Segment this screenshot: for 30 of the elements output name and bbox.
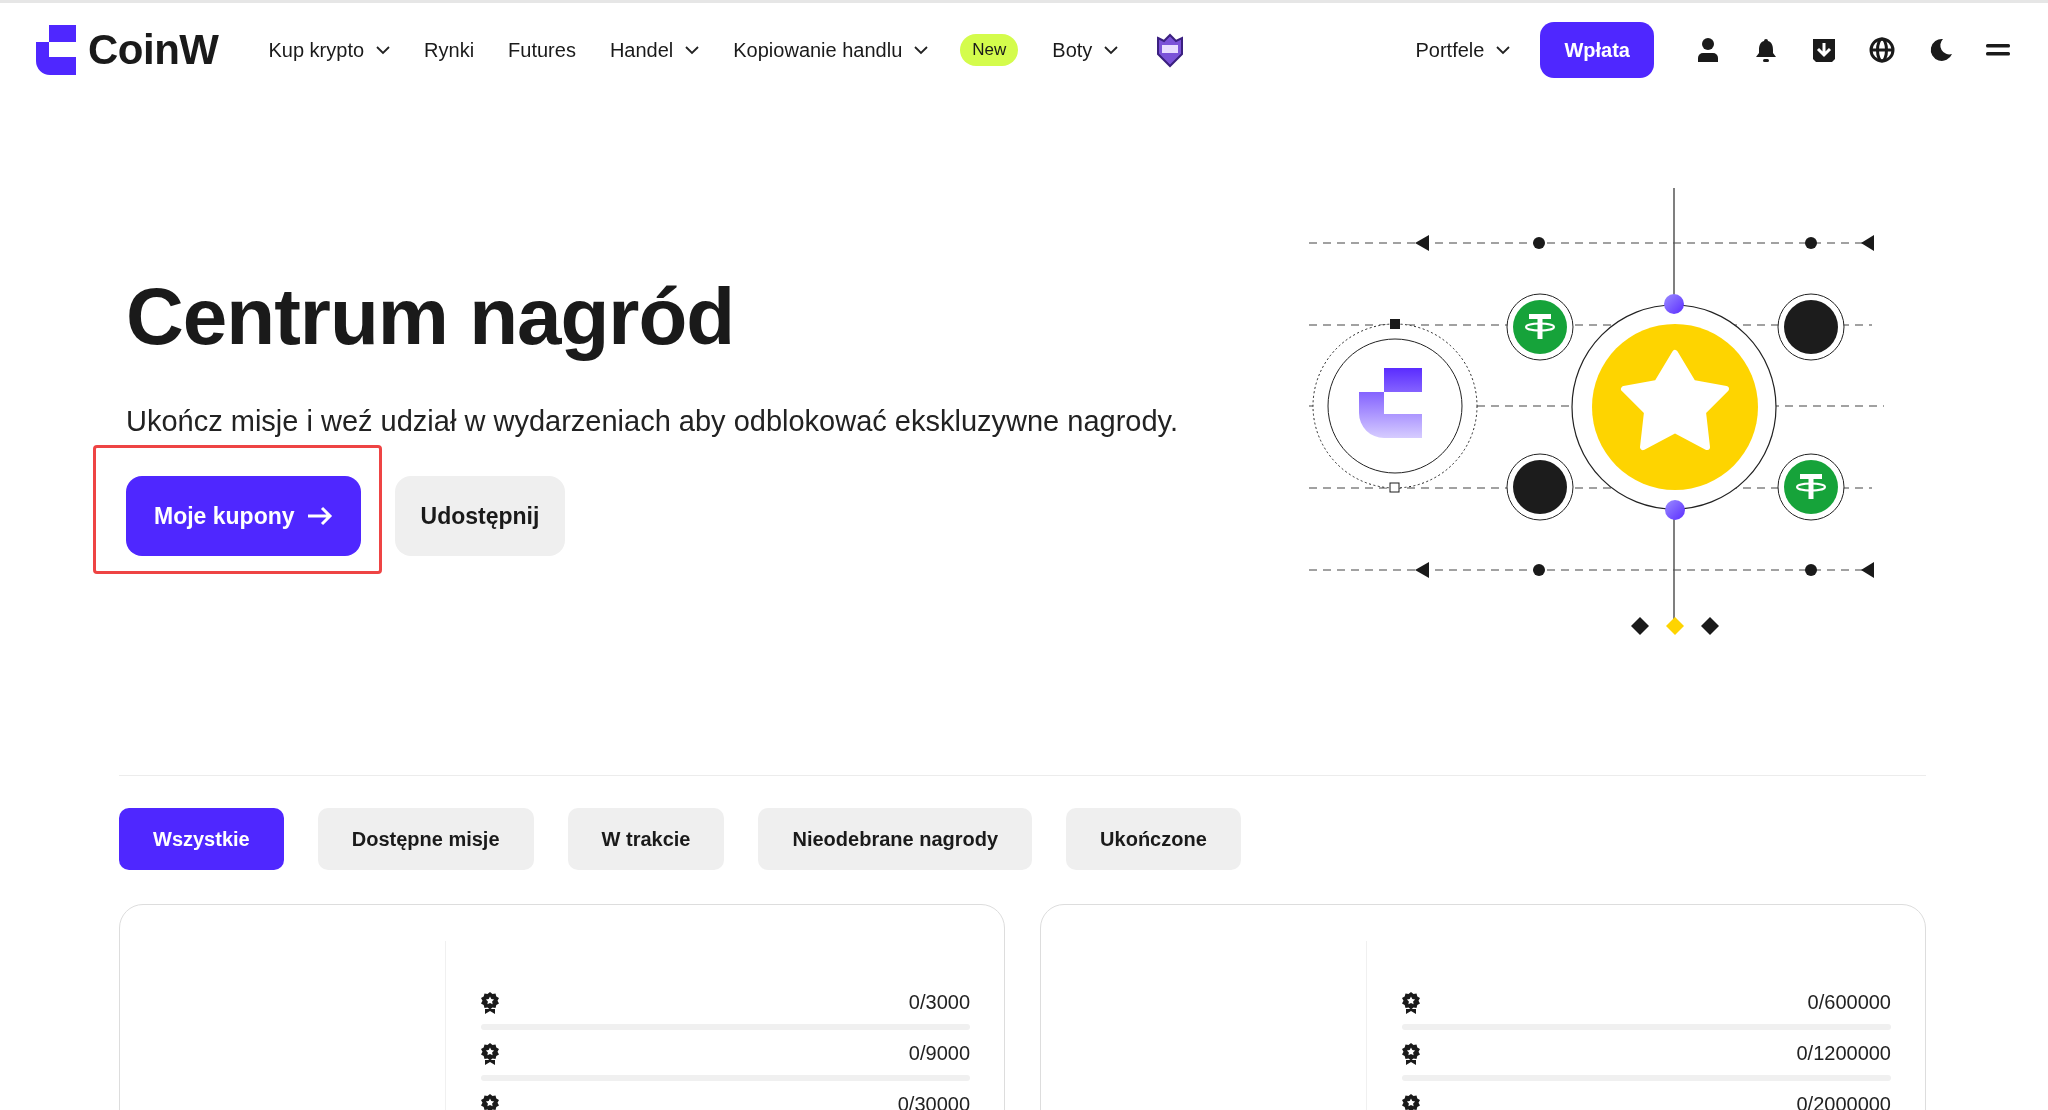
new-badge: New: [960, 34, 1019, 66]
logo-text[interactable]: CoinW: [88, 26, 219, 74]
download-icon[interactable]: [1810, 36, 1838, 64]
award-icon: [1402, 991, 1420, 1014]
filter-tab[interactable]: Nieodebrane nagrody: [758, 808, 1033, 870]
share-button[interactable]: Udostępnij: [394, 476, 566, 556]
filter-tab[interactable]: Ukończone: [1066, 808, 1241, 870]
globe-icon[interactable]: [1868, 36, 1896, 64]
award-icon: [481, 1042, 499, 1065]
filter-tab[interactable]: Dostępne misje: [317, 808, 534, 870]
my-coupons-button[interactable]: Moje kupony: [126, 476, 361, 556]
wallets-menu[interactable]: Portfele: [1415, 38, 1511, 62]
nav-link[interactable]: Futures: [508, 38, 576, 62]
filter-tab[interactable]: Wszystkie: [119, 808, 284, 870]
progress-count: 0/9000: [908, 1042, 970, 1065]
award-icon: [481, 991, 499, 1014]
nav-link[interactable]: Kup krypto: [268, 38, 391, 62]
nav-link[interactable]: Kopiowanie handlu: [733, 38, 929, 62]
award-icon: [1402, 1042, 1420, 1065]
subtitle: Ukończ misje i weź udział w wydarzeniach aby odblokować ekskluzywne nagrody.: [126, 405, 1179, 438]
progress-count: 0/3000: [908, 991, 970, 1014]
nav-link[interactable]: Handel: [609, 38, 700, 62]
deposit-button[interactable]: Wpłata: [1540, 22, 1654, 78]
progress-count: 0/600000: [1807, 991, 1891, 1014]
nav-link[interactable]: Boty: [1052, 38, 1119, 62]
progress-count: 0/1200000: [1796, 1042, 1891, 1065]
filter-tab[interactable]: W trakcie: [567, 808, 725, 870]
logo-icon[interactable]: [36, 25, 76, 75]
nav-link[interactable]: Rynki: [424, 38, 475, 62]
arrow-right-icon: [306, 506, 333, 526]
